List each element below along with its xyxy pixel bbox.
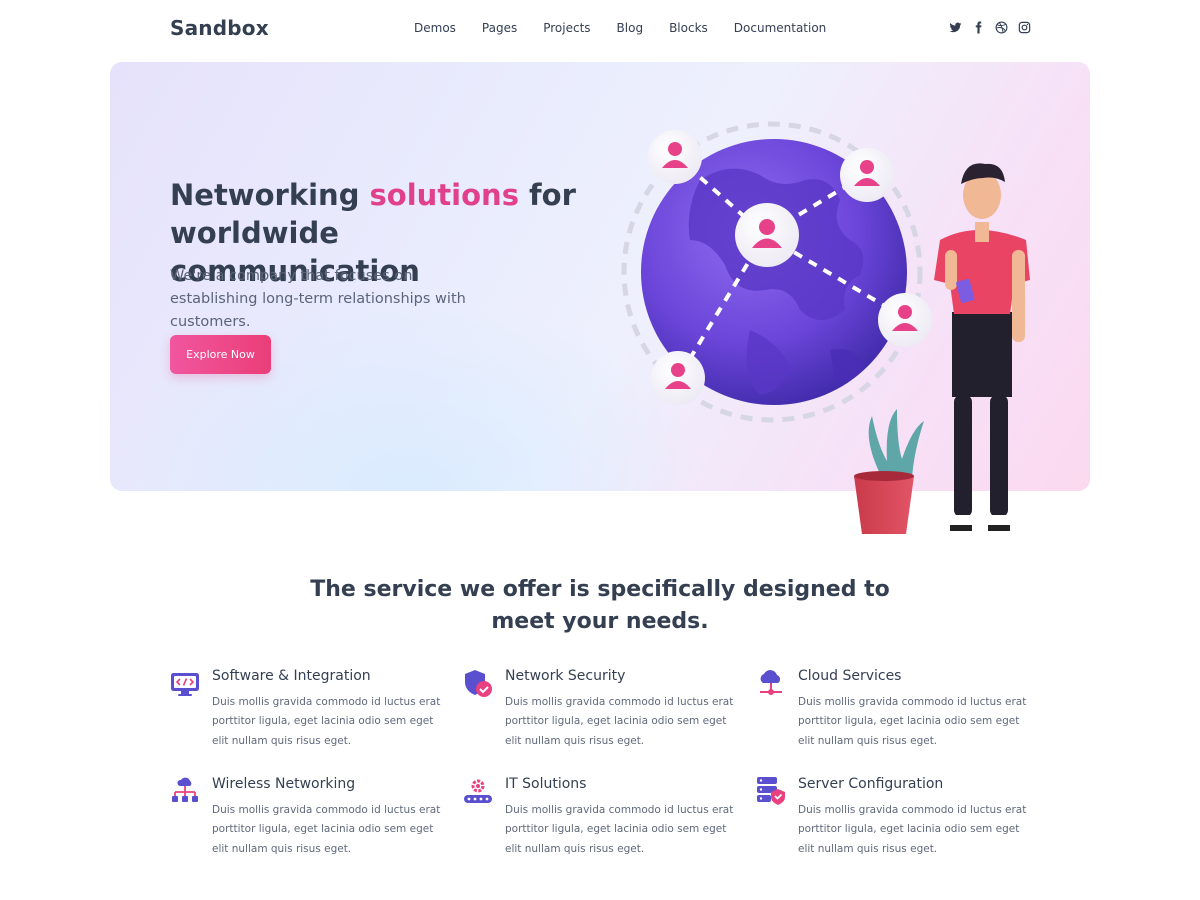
server-shield-icon	[757, 777, 785, 805]
service-name: Cloud Services	[798, 668, 902, 684]
service-description: Duis mollis gravida commodo id luctus er…	[798, 804, 1027, 855]
nav-demos[interactable]: Demos	[414, 21, 456, 35]
brand-logo[interactable]: Sandbox	[170, 16, 269, 40]
facebook-icon[interactable]	[972, 21, 985, 34]
service-name: Network Security	[505, 668, 626, 684]
service-description: Duis mollis gravida commodo id luctus er…	[798, 696, 1027, 747]
explore-now-button[interactable]: Explore Now	[170, 335, 271, 374]
service-description: Duis mollis gravida commodo id luctus er…	[505, 804, 734, 855]
shield-check-icon	[465, 670, 492, 697]
service-description: Duis mollis gravida commodo id luctus er…	[505, 696, 734, 747]
monitor-code-icon	[171, 673, 199, 696]
social-links	[949, 21, 1031, 34]
user-bubble-icon	[735, 203, 799, 267]
service-name: Wireless Networking	[212, 776, 356, 792]
user-bubble-icon	[840, 148, 894, 202]
user-bubble-icon	[878, 293, 932, 347]
network-tree-icon	[172, 777, 198, 802]
hero-title-part1: Networking	[170, 178, 370, 212]
twitter-icon[interactable]	[949, 21, 962, 34]
main-nav: Demos Pages Projects Blog Blocks Documen…	[414, 21, 852, 35]
instagram-icon[interactable]	[1018, 21, 1031, 34]
service-name: Server Configuration	[798, 776, 944, 792]
nav-blog[interactable]: Blog	[617, 21, 644, 35]
gear-conveyor-icon	[464, 779, 492, 803]
cloud-network-icon	[760, 670, 782, 695]
plant-graphic	[854, 409, 924, 534]
hero-subtitle: We're a company that focuses on establis…	[170, 268, 466, 330]
user-bubble-icon	[648, 130, 702, 184]
nav-blocks[interactable]: Blocks	[669, 21, 708, 35]
site-header: Sandbox Demos Pages Projects Blog Blocks…	[0, 0, 1200, 60]
user-bubble-icon	[651, 351, 705, 405]
service-description: Duis mollis gravida commodo id luctus er…	[212, 804, 441, 855]
person-graphic	[934, 163, 1030, 531]
service-description: Duis mollis gravida commodo id luctus er…	[212, 696, 441, 747]
nav-documentation[interactable]: Documentation	[734, 21, 827, 35]
dribbble-icon[interactable]	[995, 21, 1008, 34]
hero-title-accent: solutions	[369, 178, 519, 212]
nav-pages[interactable]: Pages	[482, 21, 517, 35]
service-name: Software & Integration	[212, 668, 371, 684]
service-name: IT Solutions	[505, 776, 587, 792]
hero-illustration	[621, 121, 1030, 534]
nav-projects[interactable]: Projects	[543, 21, 590, 35]
services-title: The service we offer is specifically des…	[310, 577, 890, 634]
